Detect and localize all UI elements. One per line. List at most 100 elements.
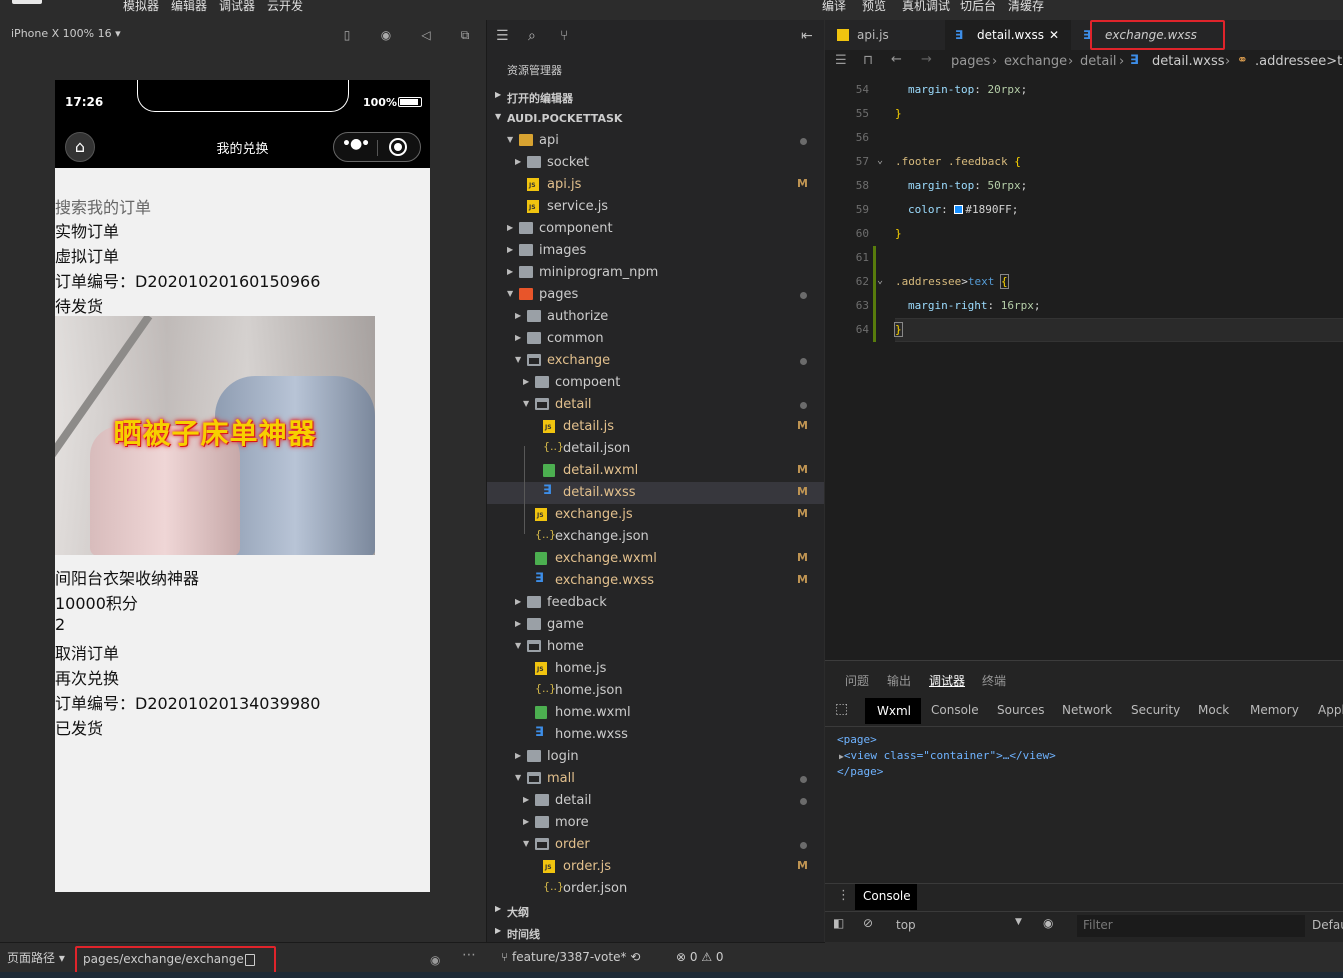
tab-physical-orders[interactable]: 实物订单 [55, 218, 119, 242]
console-filter-input[interactable]: Filter [1077, 915, 1305, 937]
chevron-right-icon[interactable]: ▶ [515, 597, 521, 606]
more-dots-icon[interactable]: •●• [342, 136, 370, 152]
tree-item[interactable]: exchange.wxml M [487, 548, 824, 570]
menu-clear-cache[interactable]: 清缓存 [1008, 0, 1044, 14]
list-icon[interactable]: ☰ [835, 53, 847, 68]
tree-item[interactable]: ▼ pages [487, 284, 824, 306]
breadcrumb-item[interactable]: pages [951, 54, 990, 69]
tree-item[interactable]: {..} home.json [487, 680, 824, 702]
chevron-down-icon[interactable]: ▼ [515, 641, 521, 650]
list-icon[interactable]: ☰ [496, 28, 509, 44]
tree-item[interactable]: ▼ home [487, 636, 824, 658]
menu-background[interactable]: 切后台 [960, 0, 996, 14]
sound-icon[interactable]: ◁ [419, 28, 433, 42]
wxml-node[interactable]: ▶<view class="container">…</view> [837, 749, 1056, 762]
page-path-value[interactable]: pages/exchange/exchange [83, 952, 244, 966]
outline-section[interactable]: ▶ 大纲 [487, 900, 824, 922]
chevron-down-icon[interactable]: ▼ [515, 355, 521, 364]
more-icon[interactable]: ⋯ [462, 947, 476, 963]
tree-item[interactable]: order.js M [487, 856, 824, 878]
fold-chevron-icon[interactable]: ⌄ [877, 155, 883, 166]
console-drawer-tab[interactable]: Console [855, 884, 917, 910]
chevron-down-icon[interactable]: ▼ [507, 135, 513, 144]
chevron-down-icon[interactable]: ▼ [515, 773, 521, 782]
log-levels-dropdown[interactable]: Defau [1312, 918, 1343, 932]
detach-window-icon[interactable]: ⧉ [458, 28, 472, 42]
tree-item[interactable]: ▼ api [487, 130, 824, 152]
tree-item[interactable]: home.js [487, 658, 824, 680]
record-icon[interactable]: ◉ [379, 28, 393, 42]
sidebar-toggle-icon[interactable]: ◧ [833, 916, 844, 930]
tree-item[interactable]: ▼ mall [487, 768, 824, 790]
tree-item[interactable]: ▶ game [487, 614, 824, 636]
chevron-right-icon[interactable]: ▶ [515, 157, 521, 166]
chevron-down-icon[interactable]: ▼ [523, 399, 529, 408]
tab-terminal[interactable]: 终端 [982, 672, 1006, 689]
chevron-right-icon[interactable]: ▶ [507, 223, 513, 232]
tree-item[interactable]: api.js M [487, 174, 824, 196]
chevron-right-icon[interactable]: ▶ [507, 245, 513, 254]
menu-compile[interactable]: 编译 [822, 0, 846, 14]
tree-item[interactable]: {..} detail.json [487, 438, 824, 460]
context-selector[interactable]: top [896, 918, 916, 932]
tree-item[interactable]: ▶ common [487, 328, 824, 350]
tab-api-js[interactable]: api.js [833, 20, 945, 50]
tree-item[interactable]: ▼ detail [487, 394, 824, 416]
fold-chevron-icon[interactable]: ⌄ [877, 275, 883, 286]
forward-icon[interactable]: → [921, 52, 932, 67]
tab-detail-wxss[interactable]: ∃ detail.wxss ✕ [945, 20, 1071, 50]
bookmark-icon[interactable]: ⊓ [863, 53, 873, 68]
tree-item[interactable]: ▶ images [487, 240, 824, 262]
tree-item[interactable]: ▶ socket [487, 152, 824, 174]
clear-console-icon[interactable]: ⊘ [863, 916, 873, 930]
tab-mock[interactable]: Mock [1198, 703, 1229, 717]
tab-debugger[interactable]: 调试器 [929, 672, 965, 689]
chevron-down-icon[interactable]: ▼ [523, 839, 529, 848]
drawer-menu-icon[interactable]: ⋮ [837, 888, 850, 903]
tree-item[interactable]: ▶ miniprogram_npm [487, 262, 824, 284]
open-editors-section[interactable]: ▶ 打开的编辑器 [487, 86, 824, 108]
menu-real-debug[interactable]: 真机调试 [902, 0, 950, 14]
chevron-right-icon[interactable]: ▶ [515, 311, 521, 320]
tree-item[interactable]: ▶ more [487, 812, 824, 834]
tree-item[interactable]: ▼ order [487, 834, 824, 856]
tab-output[interactable]: 输出 [887, 672, 911, 689]
tab-application[interactable]: Appl [1318, 703, 1343, 717]
tab-sources[interactable]: Sources [997, 703, 1044, 717]
breadcrumb-item[interactable]: detail.wxss [1152, 54, 1225, 69]
close-icon[interactable]: ✕ [1049, 28, 1059, 42]
cancel-order-button[interactable]: 取消订单 [55, 640, 119, 664]
breadcrumb-item[interactable]: detail [1080, 54, 1117, 69]
chevron-right-icon[interactable]: ▶ [515, 333, 521, 342]
chevron-right-icon[interactable]: ▶ [523, 795, 529, 804]
eye-icon[interactable]: ◉ [1043, 916, 1053, 930]
tab-virtual-orders[interactable]: 虚拟订单 [55, 243, 119, 267]
tree-item[interactable]: ▶ component [487, 218, 824, 240]
tree-item[interactable]: ▶ detail [487, 790, 824, 812]
tab-network[interactable]: Network [1062, 703, 1112, 717]
wxml-node[interactable]: <page> [837, 733, 1056, 746]
chevron-right-icon[interactable]: ▶ [523, 377, 529, 386]
tree-item[interactable]: detail.wxml M [487, 460, 824, 482]
chevron-down-icon[interactable]: ▼ [507, 289, 513, 298]
tab-memory[interactable]: Memory [1250, 703, 1299, 717]
tree-item[interactable]: ▼ exchange [487, 350, 824, 372]
chevron-down-icon[interactable]: ▼ [1015, 917, 1022, 927]
page-path-label[interactable]: 页面路径 ▾ [7, 949, 65, 966]
tree-item[interactable]: {..} exchange.json [487, 526, 824, 548]
chevron-right-icon[interactable]: ▶ [515, 751, 521, 760]
close-miniprogram-icon[interactable] [389, 138, 407, 156]
tab-wxml[interactable]: Wxml [865, 698, 921, 724]
tree-item[interactable]: ∃ home.wxss [487, 724, 824, 746]
tree-item[interactable]: detail.js M [487, 416, 824, 438]
product-image[interactable]: 晒被子床单神器 [55, 316, 375, 555]
project-section[interactable]: ▼ AUDI.POCKETTASK [487, 108, 824, 130]
inspect-element-icon[interactable]: ⬚ [835, 701, 848, 717]
wxml-node[interactable]: </page> [837, 765, 1056, 778]
tree-item[interactable]: exchange.js M [487, 504, 824, 526]
breadcrumb-item[interactable]: .addressee>te [1255, 54, 1343, 69]
tree-item[interactable]: {..} order.json [487, 878, 824, 900]
tree-item[interactable]: ▶ login [487, 746, 824, 768]
chevron-right-icon[interactable]: ▶ [507, 267, 513, 276]
chevron-right-icon[interactable]: ▶ [523, 817, 529, 826]
